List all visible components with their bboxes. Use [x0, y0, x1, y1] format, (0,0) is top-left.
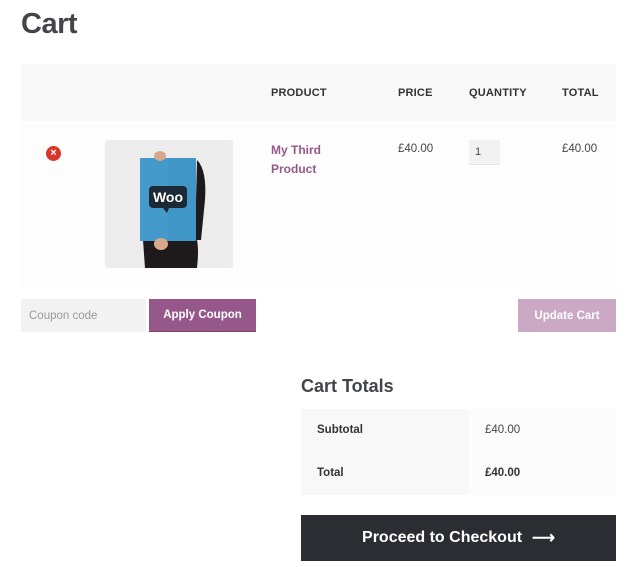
woo-logo-text: Woo: [153, 189, 183, 205]
header-quantity: QUANTITY: [469, 87, 527, 99]
quantity-input[interactable]: [469, 140, 500, 165]
header-total: TOTAL: [562, 87, 599, 99]
product-name-link[interactable]: My Third Product: [271, 141, 341, 179]
apply-coupon-button[interactable]: Apply Coupon: [149, 299, 256, 332]
header-price: PRICE: [398, 87, 433, 99]
arrow-right-icon: ⟶: [532, 530, 555, 547]
subtotal-label: Subtotal: [301, 409, 469, 452]
line-total: £40.00: [562, 143, 598, 155]
woo-poster-image: Woo: [105, 140, 233, 268]
total-label: Total: [301, 452, 469, 495]
proceed-to-checkout-button[interactable]: Proceed to Checkout ⟶: [301, 515, 616, 561]
update-cart-button[interactable]: Update Cart: [518, 299, 616, 332]
total-row: Total £40.00: [301, 452, 616, 495]
coupon-code-input[interactable]: [21, 299, 146, 332]
cart-item-row: × Woo My Third Product £40.00 £40.00: [21, 121, 616, 288]
cart-totals-table: Subtotal £40.00 Total £40.00: [301, 409, 616, 495]
subtotal-row: Subtotal £40.00: [301, 409, 616, 452]
cart-totals-title: Cart Totals: [301, 376, 394, 396]
product-price: £40.00: [398, 143, 434, 155]
checkout-label: Proceed to Checkout: [362, 529, 523, 546]
remove-item-icon[interactable]: ×: [46, 146, 61, 161]
total-value: £40.00: [469, 452, 616, 495]
subtotal-value: £40.00: [469, 409, 616, 452]
page-title: Cart: [21, 8, 78, 40]
product-thumbnail[interactable]: Woo: [105, 140, 233, 268]
cart-table-header: PRODUCT PRICE QUANTITY TOTAL: [21, 64, 616, 121]
cart-table: PRODUCT PRICE QUANTITY TOTAL × Woo My Th…: [21, 64, 616, 288]
header-product: PRODUCT: [271, 87, 327, 99]
